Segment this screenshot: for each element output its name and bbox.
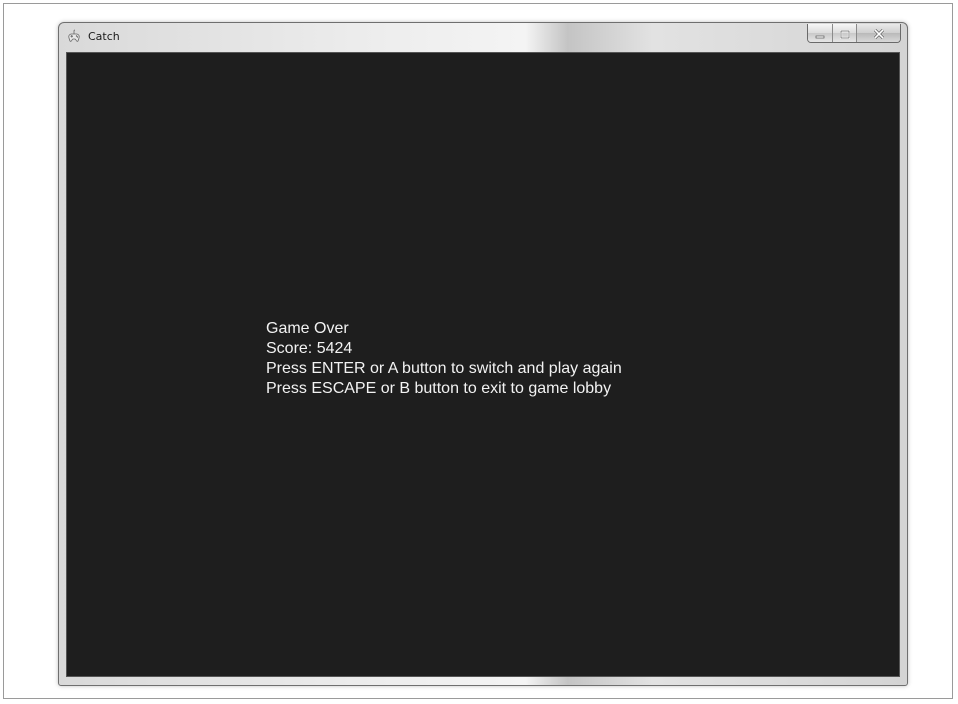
close-icon [873,24,885,42]
game-over-title: Game Over [266,320,349,337]
caption-buttons [807,24,901,43]
minimize-icon [815,24,825,42]
game-canvas[interactable]: Game Over Score: 5424 Press ENTER or A b… [66,52,900,677]
app-window: Catch Game Over Score: 5424 Press ENTER … [58,22,908,686]
game-over-message: Game Over Score: 5424 Press ENTER or A b… [266,319,622,399]
minimize-button[interactable] [808,24,833,42]
exit-instruction: Press ESCAPE or B button to exit to game… [266,380,612,397]
close-button[interactable] [857,24,900,42]
play-again-instruction: Press ENTER or A button to switch and pl… [266,360,622,377]
maximize-icon [839,24,850,42]
title-bar[interactable]: Catch [59,23,907,51]
window-title: Catch [88,30,120,43]
score-text: Score: 5424 [266,340,353,357]
gamepad-icon [66,29,82,45]
maximize-button[interactable] [833,24,857,42]
